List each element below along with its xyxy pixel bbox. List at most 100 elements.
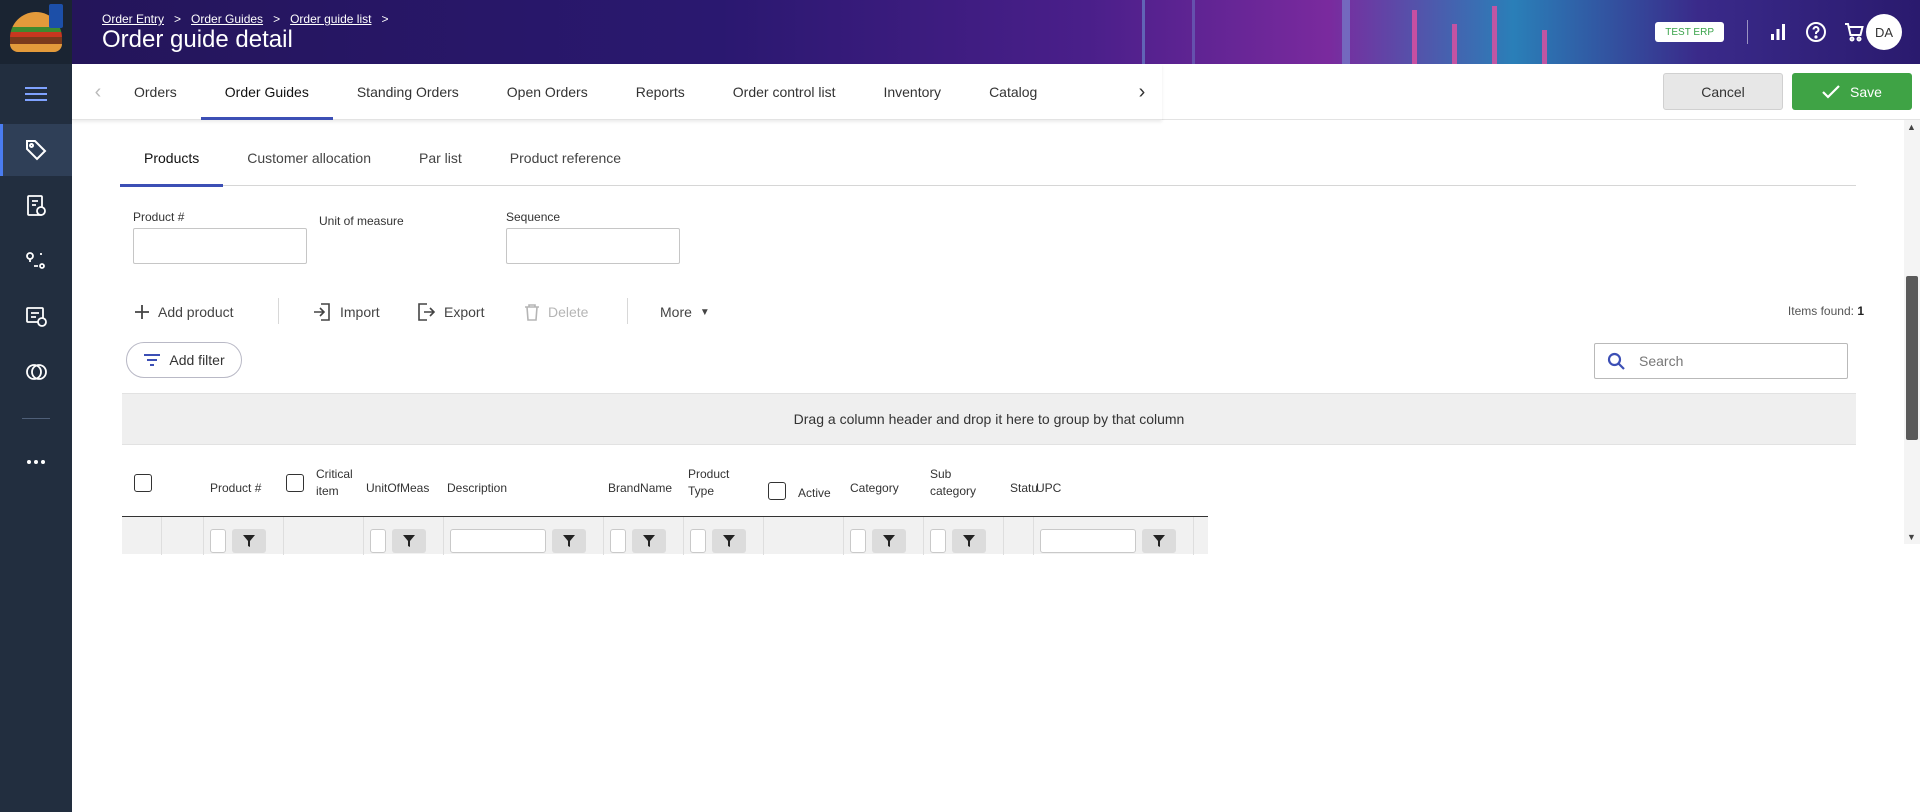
funnel-icon — [403, 535, 415, 547]
product-number-input[interactable] — [133, 228, 307, 264]
filter-cell-product-number — [204, 517, 284, 555]
breadcrumb-link-order-entry[interactable]: Order Entry — [102, 12, 164, 26]
tab-standing-orders[interactable]: Standing Orders — [333, 64, 483, 120]
column-header-product-type[interactable]: Product Type — [688, 450, 729, 516]
toolbar-divider — [278, 298, 279, 324]
column-header-upc[interactable]: UPC — [1036, 450, 1061, 516]
funnel-icon — [723, 535, 735, 547]
column-header-category[interactable]: Category — [850, 450, 899, 516]
user-avatar[interactable]: DA — [1866, 14, 1902, 50]
filter-button-brand[interactable] — [632, 529, 666, 553]
group-by-panel[interactable]: Drag a column header and drop it here to… — [122, 393, 1856, 445]
filter-button-upc[interactable] — [1142, 529, 1176, 553]
filter-input-product-number[interactable] — [210, 529, 226, 553]
filter-input-product-type[interactable] — [690, 529, 706, 553]
select-all-checkbox[interactable] — [134, 450, 152, 516]
search-input[interactable]: Search — [1594, 343, 1848, 379]
rail-item-invoices[interactable] — [0, 290, 72, 342]
rail-item-payments[interactable] — [0, 346, 72, 398]
subtab-customer-allocation[interactable]: Customer allocation — [223, 130, 395, 186]
tab-reports[interactable]: Reports — [612, 64, 709, 120]
tab-open-orders[interactable]: Open Orders — [483, 64, 612, 120]
route-icon — [26, 252, 45, 269]
delete-button[interactable]: Delete — [524, 300, 588, 324]
cart-icon — [1845, 23, 1864, 42]
add-filter-button[interactable]: Add filter — [126, 342, 242, 378]
cart-button[interactable] — [1842, 20, 1866, 44]
filter-input-category[interactable] — [850, 529, 866, 553]
active-checkbox[interactable] — [768, 450, 786, 516]
analytics-button[interactable] — [1766, 20, 1790, 44]
rail-item-tag[interactable] — [0, 124, 72, 176]
breadcrumb-link-order-guides[interactable]: Order Guides — [191, 12, 263, 26]
add-product-label: Add product — [158, 304, 234, 320]
filter-cell — [1004, 517, 1034, 555]
app-root: Order Entry > Order Guides > Order guide… — [0, 0, 1920, 812]
add-product-button[interactable]: Add product — [134, 300, 234, 324]
import-icon — [314, 303, 330, 321]
filter-input-description[interactable] — [450, 529, 546, 553]
tab-inventory[interactable]: Inventory — [859, 64, 965, 120]
page-title: Order guide detail — [102, 26, 293, 53]
filter-input-subcategory[interactable] — [930, 529, 946, 553]
column-header-product-number[interactable]: Product # — [210, 450, 261, 516]
filter-cell-product-type — [684, 517, 764, 555]
column-header-brand-name[interactable]: BrandName — [608, 450, 672, 516]
save-label: Save — [1850, 83, 1882, 100]
export-button[interactable]: Export — [416, 300, 484, 324]
header-decoration — [1492, 6, 1497, 64]
subtab-products[interactable]: Products — [120, 130, 224, 187]
critical-item-checkbox[interactable] — [286, 450, 304, 516]
filter-button-description[interactable] — [552, 529, 586, 553]
module-tabs: Orders Order Guides Standing Orders Open… — [110, 64, 1061, 120]
chevron-right-icon: › — [1138, 80, 1146, 103]
scroll-up-icon[interactable]: ▲ — [1907, 122, 1916, 132]
tab-order-guides[interactable]: Order Guides — [200, 64, 333, 120]
column-header-uom[interactable]: UnitOfMeas — [366, 450, 429, 516]
filter-button-category[interactable] — [872, 529, 906, 553]
import-button[interactable]: Import — [312, 300, 380, 324]
column-header-critical-item[interactable]: Critical item — [316, 450, 353, 516]
column-header-status[interactable]: Statu — [1010, 450, 1038, 516]
app-logo[interactable] — [0, 0, 72, 64]
breadcrumb-link-order-guide-list[interactable]: Order guide list — [290, 12, 371, 26]
subtab-product-reference[interactable]: Product reference — [486, 130, 645, 186]
environment-badge: TEST ERP — [1655, 22, 1724, 42]
filter-button-subcategory[interactable] — [952, 529, 986, 553]
help-button[interactable] — [1804, 20, 1828, 44]
filter-input-brand[interactable] — [610, 529, 626, 553]
tab-catalog[interactable]: Catalog — [965, 64, 1061, 120]
subtab-par-list[interactable]: Par list — [395, 130, 486, 186]
filter-cell-uom — [364, 517, 444, 555]
filter-button-uom[interactable] — [392, 529, 426, 553]
column-header-text: Product — [688, 467, 730, 481]
more-actions-button[interactable]: More ▼ — [660, 300, 710, 324]
rail-item-routes[interactable] — [0, 234, 72, 286]
cancel-button[interactable]: Cancel — [1663, 73, 1783, 110]
vertical-scrollbar[interactable]: ▲ ▼ — [1904, 120, 1920, 544]
sequence-input[interactable] — [506, 228, 680, 264]
funnel-icon — [1153, 535, 1165, 547]
column-header-subcategory[interactable]: Sub category — [930, 450, 976, 516]
cup-logo-icon — [49, 4, 63, 28]
items-found-count: 1 — [1857, 304, 1864, 318]
scroll-down-icon[interactable]: ▼ — [1907, 532, 1916, 542]
rail-item-orders[interactable] — [0, 180, 72, 232]
scrollbar-thumb[interactable] — [1906, 276, 1918, 440]
rail-item-more[interactable] — [0, 436, 72, 488]
tab-order-control-list[interactable]: Order control list — [709, 64, 860, 120]
header-decoration — [1192, 0, 1195, 64]
filter-button-product-number[interactable] — [232, 529, 266, 553]
column-header-description[interactable]: Description — [447, 450, 507, 516]
menu-toggle-button[interactable] — [0, 68, 72, 120]
filter-input-upc[interactable] — [1040, 529, 1136, 553]
tab-orders[interactable]: Orders — [110, 64, 201, 120]
tabs-scroll-left-button[interactable]: ‹ — [86, 80, 110, 104]
filter-input-uom[interactable] — [370, 529, 386, 553]
checkbox-box — [768, 482, 786, 500]
save-button[interactable]: Save — [1792, 73, 1912, 110]
tabs-scroll-right-button[interactable]: › — [1130, 80, 1154, 104]
filter-button-product-type[interactable] — [712, 529, 746, 553]
filter-cell-brand — [604, 517, 684, 555]
column-header-active[interactable]: Active — [798, 450, 831, 516]
